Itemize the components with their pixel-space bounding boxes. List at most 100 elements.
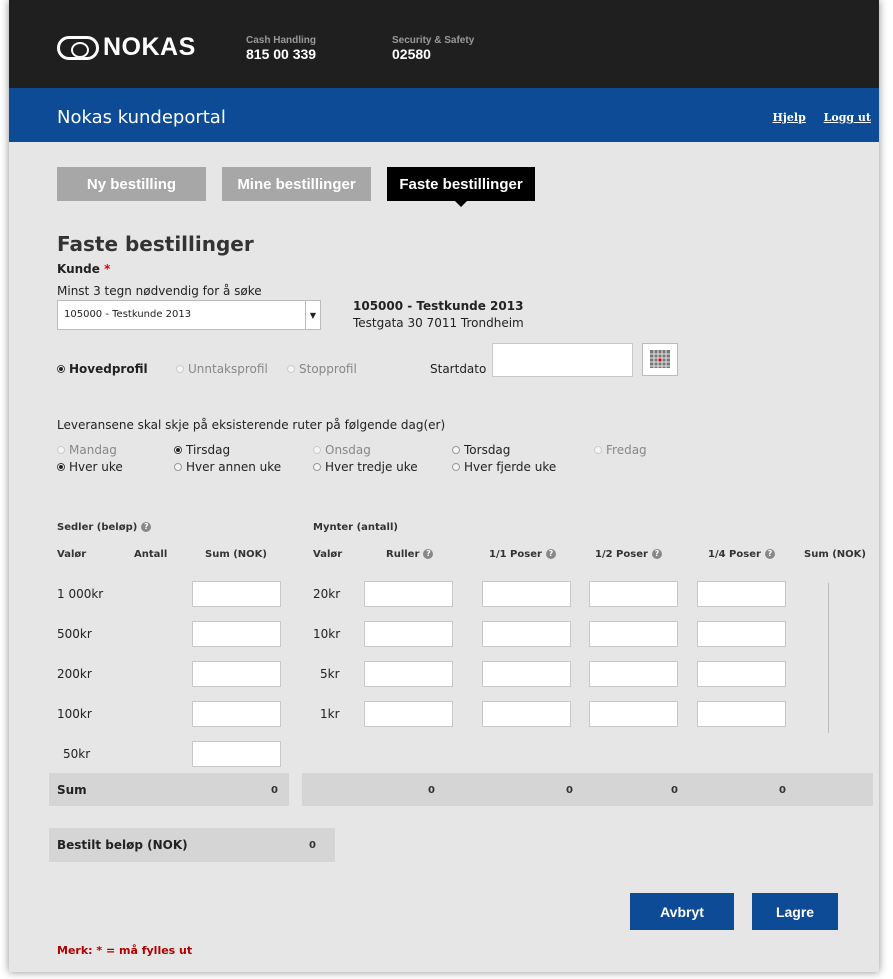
help-icon[interactable]: ? (141, 522, 152, 532)
radio-day-tirsdag[interactable]: Tirsdag (174, 443, 230, 457)
tab-ny-bestilling[interactable]: Ny bestilling (57, 167, 206, 201)
note-row-label: 50kr (63, 747, 91, 761)
coin-row-label: 5kr (320, 667, 340, 681)
col-label: 1/2 Poser (595, 549, 648, 560)
radio-dot (452, 463, 460, 471)
note-sum-input-200[interactable] (192, 661, 281, 687)
coins-section-title: Mynter (antall) (313, 522, 398, 533)
radio-unntaksprofil[interactable]: Unntaksprofil (176, 362, 268, 376)
customer-select-value: 105000 - Testkunde 2013 (64, 309, 192, 320)
contact-label: Security & Safety (392, 35, 475, 46)
coin-10-quarter-input[interactable] (697, 621, 786, 647)
note-sum-input-100[interactable] (192, 701, 281, 727)
radio-label: Hver tredje uke (325, 460, 418, 474)
coin-1-quarter-input[interactable] (697, 701, 786, 727)
radio-label: Onsdag (325, 443, 371, 457)
customer-label: Kunde * (57, 262, 110, 276)
coin-5-ruller-input[interactable] (364, 661, 453, 687)
coin-20-full-input[interactable] (482, 581, 571, 607)
radio-freq-hver-tredje-uke[interactable]: Hver tredje uke (313, 460, 418, 474)
logo-text: NOKAS (103, 33, 196, 61)
nokas-logo: NOKAS (57, 33, 196, 62)
start-date-label: Startdato (430, 362, 487, 376)
coins-sum-quarter: 0 (779, 785, 786, 796)
coin-5-quarter-input[interactable] (697, 661, 786, 687)
calendar-button[interactable] (642, 343, 678, 376)
radio-label: Hver annen uke (186, 460, 282, 474)
radio-label: Fredag (606, 443, 647, 457)
contact-number: 02580 (392, 46, 431, 62)
tab-mine-bestillinger[interactable]: Mine bestillinger (222, 167, 371, 201)
coins-col-half: 1/2 Poser? (595, 549, 662, 560)
note-row-label: 200kr (57, 667, 92, 681)
radio-day-torsdag[interactable]: Torsdag (452, 443, 510, 457)
coin-20-quarter-input[interactable] (697, 581, 786, 607)
note-row-label: 1 000kr (57, 587, 104, 601)
cancel-button[interactable]: Avbryt (630, 893, 734, 930)
contact-cash-handling: Cash Handling 815 00 339 (246, 35, 316, 62)
coin-sum-divider (828, 583, 829, 733)
radio-dot (313, 446, 321, 454)
notes-col-antall: Antall (134, 549, 168, 560)
coin-1-full-input[interactable] (482, 701, 571, 727)
coin-10-half-input[interactable] (589, 621, 678, 647)
radio-hovedprofil[interactable]: Hovedprofil (57, 362, 148, 376)
help-icon[interactable]: ? (423, 549, 434, 559)
save-button[interactable]: Lagre (752, 893, 838, 930)
radio-dot (313, 463, 321, 471)
radio-dot (57, 463, 65, 471)
nokas-logo-icon (57, 35, 99, 60)
coin-5-full-input[interactable] (482, 661, 571, 687)
col-label: 1/4 Poser (708, 549, 761, 560)
radio-label: Mandag (69, 443, 117, 457)
radio-freq-hver-uke[interactable]: Hver uke (57, 460, 123, 474)
radio-label: Hovedprofil (69, 362, 148, 376)
radio-stopprofil[interactable]: Stopprofil (287, 362, 357, 376)
radio-dot (287, 365, 295, 373)
help-icon[interactable]: ? (545, 549, 556, 559)
coin-10-full-input[interactable] (482, 621, 571, 647)
radio-dot (57, 446, 65, 454)
chevron-down-icon[interactable]: ▼ (305, 301, 320, 329)
radio-freq-hver-fjerde-uke[interactable]: Hver fjerde uke (452, 460, 556, 474)
help-icon[interactable]: ? (651, 549, 662, 559)
contact-label: Cash Handling (246, 35, 317, 46)
tab-faste-bestillinger[interactable]: Faste bestillinger (387, 167, 535, 207)
coins-sum-half: 0 (671, 785, 678, 796)
sum-label: Sum (57, 783, 87, 797)
logout-link[interactable]: Logg ut (824, 111, 871, 124)
coin-1-half-input[interactable] (589, 701, 678, 727)
required-note: Merk: * = må fylles ut (57, 944, 193, 957)
radio-day-onsdag[interactable]: Onsdag (313, 443, 371, 457)
coin-5-half-input[interactable] (589, 661, 678, 687)
coins-sum-ruller: 0 (428, 785, 435, 796)
portal-window: NOKAS Cash Handling 815 00 339 Security … (9, 0, 879, 972)
coin-20-ruller-input[interactable] (364, 581, 453, 607)
customer-select[interactable]: 105000 - Testkunde 2013 ▼ (57, 300, 321, 330)
note-sum-input-1000[interactable] (192, 581, 281, 607)
radio-dot (176, 365, 184, 373)
note-sum-input-50[interactable] (192, 741, 281, 767)
contact-number: 815 00 339 (246, 46, 317, 62)
coin-10-ruller-input[interactable] (364, 621, 453, 647)
coin-20-half-input[interactable] (589, 581, 678, 607)
help-link[interactable]: Hjelp (773, 111, 806, 124)
radio-freq-hver-annen-uke[interactable]: Hver annen uke (174, 460, 281, 474)
note-sum-input-500[interactable] (192, 621, 281, 647)
col-label: Ruller (386, 549, 420, 560)
coin-row-label: 1kr (320, 707, 340, 721)
coins-col-quarter: 1/4 Poser? (708, 549, 775, 560)
radio-day-mandag[interactable]: Mandag (57, 443, 117, 457)
radio-day-fredag[interactable]: Fredag (594, 443, 647, 457)
radio-label: Unntaksprofil (188, 362, 268, 376)
radio-dot (174, 446, 182, 454)
help-icon[interactable]: ? (764, 549, 775, 559)
coins-sum-full: 0 (566, 785, 573, 796)
radio-label: Hver fjerde uke (464, 460, 557, 474)
customer-label-text: Kunde (57, 262, 100, 276)
contact-security: Security & Safety 02580 (392, 35, 474, 62)
radio-label: Tirsdag (186, 443, 231, 457)
coin-1-ruller-input[interactable] (364, 701, 453, 727)
portal-title: Nokas kundeportal (57, 107, 226, 128)
start-date-input[interactable] (492, 343, 633, 377)
